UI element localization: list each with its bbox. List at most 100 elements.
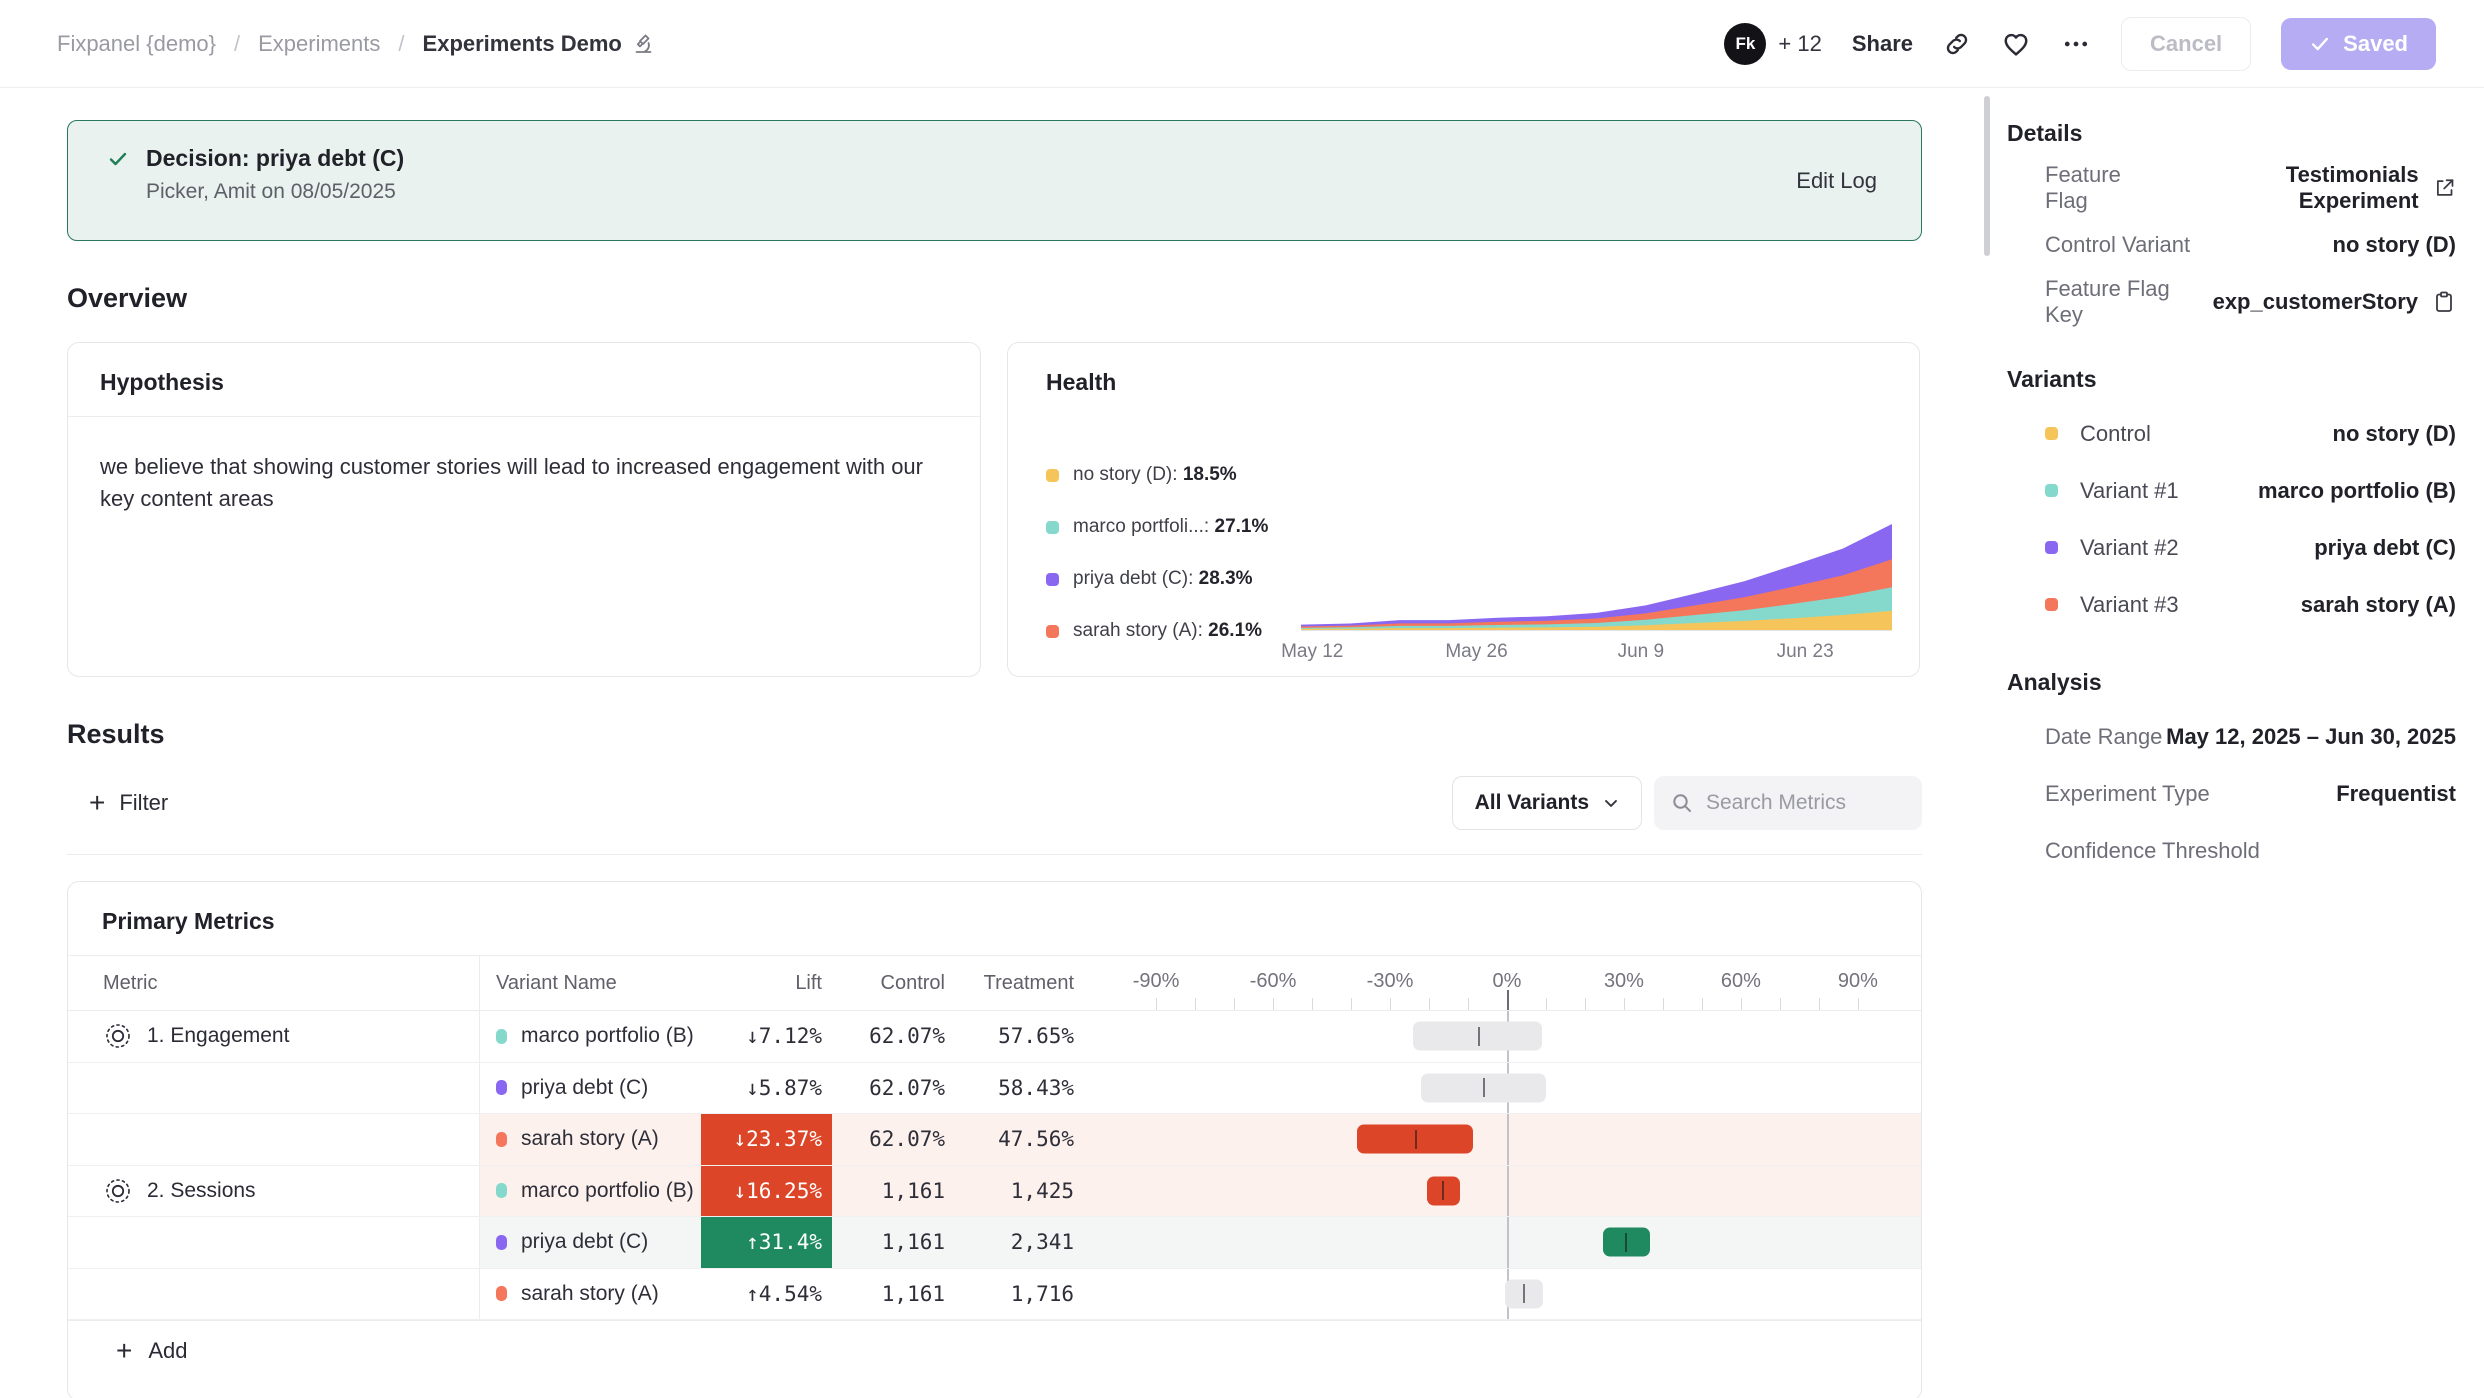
- variant-cell: priya debt (C): [480, 1230, 701, 1254]
- variant-cell: sarah story (A): [480, 1127, 701, 1151]
- metric-name: 2. Sessions: [147, 1179, 256, 1203]
- saved-button[interactable]: Saved: [2281, 18, 2436, 70]
- details-row: Control Variant no story (D): [2007, 216, 2456, 273]
- search-metrics-input[interactable]: [1706, 791, 1896, 815]
- variants-dropdown-label: All Variants: [1475, 791, 1589, 815]
- axis-ruler-tick: [1234, 998, 1235, 1010]
- table-body: 1. Engagement marco portfolio (B) ↓7.12%…: [68, 1011, 1921, 1320]
- clipboard-icon: [2432, 290, 2456, 314]
- lift-value: ↓7.12%: [746, 1024, 822, 1048]
- analysis-row: Date Range May 12, 2025 – Jun 30, 2025: [2007, 708, 2456, 765]
- variant-label: Variant #2: [2045, 535, 2179, 561]
- breadcrumb: Fixpanel {demo} / Experiments / Experime…: [57, 31, 656, 57]
- confidence-interval-cell: [1121, 1166, 1893, 1217]
- lift-marker: [1625, 1233, 1627, 1252]
- axis-ruler-tick: [1468, 998, 1469, 1010]
- chevron-down-icon: [1601, 793, 1621, 813]
- details-value[interactable]: exp_customerStory: [2213, 289, 2456, 315]
- metric-cell: [68, 1063, 480, 1114]
- variant-name: sarah story (A): [521, 1282, 659, 1306]
- table-row[interactable]: sarah story (A) ↑4.54% 1,161 1,716: [68, 1269, 1921, 1321]
- table-header-row: Metric Variant Name Lift Control Treatme…: [68, 956, 1921, 1011]
- add-metric-button[interactable]: + Add: [68, 1320, 1921, 1380]
- share-button[interactable]: Share: [1852, 31, 1913, 57]
- analysis-label: Experiment Type: [2045, 781, 2210, 807]
- breadcrumb-separator: /: [398, 31, 404, 57]
- table-row[interactable]: 1. Engagement marco portfolio (B) ↓7.12%…: [68, 1011, 1921, 1063]
- control-value: 1,161: [832, 1179, 951, 1203]
- copy-link-button[interactable]: [1943, 30, 1971, 58]
- axis-tick-label: 60%: [1721, 970, 1761, 993]
- results-heading: Results: [67, 719, 1922, 750]
- axis-ruler-tick: [1507, 990, 1509, 1010]
- variant-value: no story (D): [2333, 421, 2456, 447]
- axis-ruler-tick: [1273, 998, 1274, 1010]
- lift-axis-header: -90%-60%-30%0%30%60%90%: [1121, 956, 1893, 1010]
- variant-label: Variant #3: [2045, 592, 2179, 618]
- treatment-value: 1,425: [951, 1179, 1078, 1203]
- add-filter-button[interactable]: + Filter: [67, 789, 168, 817]
- variant-color-chip: [2045, 598, 2058, 611]
- axis-ruler-tick: [1585, 998, 1586, 1010]
- x-axis-label: Jun 9: [1618, 641, 1664, 663]
- confidence-interval-cell: [1121, 1011, 1893, 1062]
- avatar[interactable]: Fk: [1724, 23, 1766, 65]
- more-menu-button[interactable]: [2061, 29, 2091, 59]
- confidence-interval-bar: [1413, 1022, 1542, 1051]
- details-label: Feature Flag Key: [2045, 276, 2213, 328]
- metric-cell: [68, 1269, 480, 1320]
- confidence-interval-cell: [1121, 1217, 1893, 1268]
- variant-color-chip: [496, 1029, 507, 1044]
- cancel-button[interactable]: Cancel: [2121, 17, 2251, 71]
- table-row[interactable]: sarah story (A) ↓23.37% 62.07% 47.56%: [68, 1114, 1921, 1166]
- lift-cell: ↓23.37%: [701, 1114, 832, 1165]
- breadcrumb-project[interactable]: Fixpanel {demo}: [57, 31, 216, 57]
- confidence-interval-bar: [1505, 1279, 1543, 1308]
- table-row[interactable]: priya debt (C) ↓5.87% 62.07% 58.43%: [68, 1063, 1921, 1115]
- analysis-value: Frequentist: [2336, 781, 2456, 807]
- axis-tick-label: 30%: [1604, 970, 1644, 993]
- lift-value: ↓23.37%: [733, 1127, 822, 1151]
- analysis-rows: Date Range May 12, 2025 – Jun 30, 2025 E…: [2007, 708, 2456, 879]
- overview-cards: Hypothesis we believe that showing custo…: [67, 342, 1922, 677]
- collaborator-count[interactable]: + 12: [1778, 31, 1821, 57]
- legend-color-chip: [1046, 573, 1059, 586]
- lift-cell: ↓7.12%: [701, 1011, 832, 1062]
- table-row[interactable]: 2. Sessions marco portfolio (B) ↓16.25% …: [68, 1166, 1921, 1218]
- axis-ruler-tick: [1429, 998, 1430, 1010]
- x-axis-label: May 12: [1281, 641, 1343, 663]
- details-rows: Feature Flag Testimonials Experiment Con…: [2007, 159, 2456, 330]
- variant-row: Control no story (D): [2007, 405, 2456, 462]
- variants-rows: Control no story (D) Variant #1 marco po…: [2007, 405, 2456, 633]
- favorite-button[interactable]: [2001, 29, 2031, 59]
- hypothesis-title: Hypothesis: [68, 343, 980, 417]
- chart-x-axis: May 12May 26Jun 9Jun 23: [1301, 630, 1892, 664]
- lift-marker: [1523, 1284, 1525, 1303]
- variant-value: marco portfolio (B): [2258, 478, 2456, 504]
- confidence-interval-bar: [1603, 1228, 1650, 1257]
- legend-color-chip: [1046, 469, 1059, 482]
- confidence-interval-cell: [1121, 1114, 1893, 1165]
- vertical-scrollbar[interactable]: [1984, 96, 1990, 256]
- control-value: 1,161: [832, 1230, 951, 1254]
- variant-label: Variant #1: [2045, 478, 2179, 504]
- zero-line: [1507, 1166, 1509, 1217]
- analysis-label: Date Range: [2045, 724, 2162, 750]
- content: Decision: priya debt (C) Picker, Amit on…: [0, 88, 2484, 1398]
- table-row[interactable]: priya debt (C) ↑31.4% 1,161 2,341: [68, 1217, 1921, 1269]
- lift-value: ↓16.25%: [733, 1179, 822, 1203]
- variants-dropdown[interactable]: All Variants: [1452, 776, 1642, 830]
- zero-line: [1507, 1114, 1509, 1165]
- metric-cell: [68, 1114, 480, 1165]
- saved-label: Saved: [2343, 31, 2408, 57]
- breadcrumb-experiments[interactable]: Experiments: [258, 31, 380, 57]
- details-value[interactable]: Testimonials Experiment: [2167, 162, 2456, 214]
- variant-color-chip: [2045, 484, 2058, 497]
- health-card: Health no story (D): 18.5% marco portfol…: [1007, 342, 1920, 677]
- lift-cell: ↑4.54%: [701, 1269, 832, 1320]
- confidence-interval-bar: [1421, 1073, 1546, 1102]
- axis-ruler-tick: [1741, 998, 1742, 1010]
- edit-log-button[interactable]: Edit Log: [1796, 168, 1877, 194]
- axis-ruler-tick: [1624, 998, 1625, 1010]
- check-icon: [2309, 33, 2331, 55]
